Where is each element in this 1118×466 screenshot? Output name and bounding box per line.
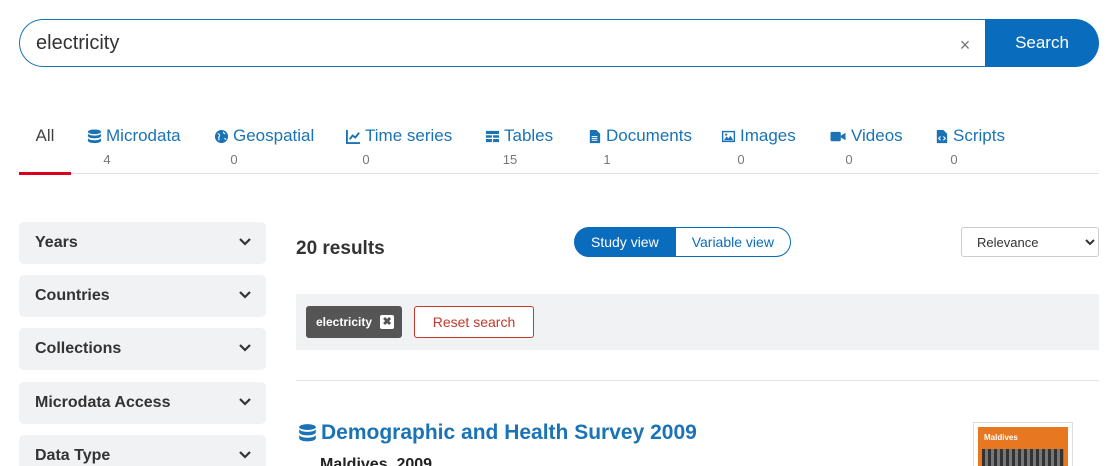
tab-label: Geospatial — [233, 126, 315, 145]
view-toggle: Study view Variable view — [574, 227, 791, 257]
reset-search-button[interactable]: Reset search — [414, 306, 534, 338]
tab-count: 0 — [362, 152, 370, 167]
study-view-button[interactable]: Study view — [574, 227, 676, 257]
facet-label: Collections — [35, 340, 122, 357]
tab-label: Documents — [606, 126, 692, 145]
result-title: Demographic and Health Survey 2009 — [321, 421, 697, 444]
tab-documents[interactable]: Documents 1 — [587, 122, 692, 174]
tab-label: All — [35, 126, 55, 145]
script-file-icon — [936, 129, 948, 143]
tab-all[interactable]: All — [19, 122, 71, 175]
tab-videos[interactable]: Videos 0 — [829, 122, 903, 174]
tab-count: 0 — [737, 152, 745, 167]
tab-count: 4 — [103, 152, 111, 167]
tab-geospatial[interactable]: Geospatial 0 — [214, 122, 314, 174]
search-button[interactable]: Search — [985, 19, 1099, 67]
facet-microdata-access[interactable]: Microdata Access — [19, 382, 266, 424]
globe-icon — [214, 129, 229, 143]
thumbnail-image-band — [982, 449, 1064, 466]
thumbnail-cover: Maldives — [978, 427, 1068, 466]
tab-label: Videos — [851, 126, 903, 145]
facet-label: Years — [35, 234, 78, 251]
document-icon — [589, 129, 601, 143]
thumbnail-text: Maldives — [984, 433, 1018, 442]
tab-count: 15 — [502, 152, 518, 167]
tab-microdata[interactable]: Microdata 4 — [87, 122, 181, 174]
facet-data-type[interactable]: Data Type — [19, 435, 266, 466]
tab-time-series[interactable]: Time series 0 — [346, 122, 452, 174]
keyword-chip-label: electricity — [316, 315, 373, 329]
keyword-chip: electricity ✖ — [306, 306, 403, 338]
line-chart-icon — [346, 129, 361, 144]
divider — [296, 380, 1099, 381]
chevron-down-icon — [239, 344, 251, 352]
facet-label: Data Type — [35, 447, 111, 464]
facet-years[interactable]: Years — [19, 222, 266, 264]
search-input[interactable] — [19, 19, 991, 67]
tab-images[interactable]: Images 0 — [721, 122, 796, 174]
result-subtitle: Maldives, 2009 — [320, 456, 433, 466]
result-thumbnail[interactable]: Maldives — [973, 422, 1073, 466]
tab-count: 0 — [845, 152, 853, 167]
search-bar: × Search — [19, 19, 1099, 67]
remove-filter-icon[interactable]: ✖ — [380, 315, 395, 329]
video-icon — [830, 131, 846, 141]
tab-count: 0 — [230, 152, 238, 167]
database-icon — [87, 128, 102, 143]
results-count: 20 results — [296, 238, 385, 259]
tab-label: Time series — [365, 126, 453, 145]
tab-label: Microdata — [106, 126, 181, 145]
tab-label: Tables — [504, 126, 554, 145]
tab-tables[interactable]: Tables 15 — [485, 122, 553, 174]
tab-label: Scripts — [953, 126, 1005, 145]
image-icon — [721, 130, 736, 142]
clear-search-icon[interactable]: × — [957, 36, 973, 54]
facet-label: Countries — [35, 287, 110, 304]
active-filters: electricity ✖ Reset search — [296, 294, 1099, 350]
chevron-down-icon — [239, 451, 251, 459]
facet-collections[interactable]: Collections — [19, 328, 266, 370]
data-type-tabs: All Microdata 4 Geospatial 0 Time series… — [19, 122, 1099, 175]
chevron-down-icon — [239, 238, 251, 246]
facet-label: Microdata Access — [35, 394, 171, 411]
tab-count: 1 — [603, 152, 611, 167]
active-tab-indicator — [19, 172, 71, 175]
tab-count: 0 — [950, 152, 958, 167]
database-icon — [299, 424, 316, 442]
variable-view-button[interactable]: Variable view — [675, 227, 791, 257]
tab-label: Images — [740, 126, 796, 145]
sort-select[interactable]: Relevance — [961, 227, 1099, 257]
chevron-down-icon — [239, 398, 251, 406]
facet-countries[interactable]: Countries — [19, 275, 266, 317]
result-title-link[interactable]: Demographic and Health Survey 2009 — [298, 421, 697, 445]
chevron-down-icon — [239, 291, 251, 299]
tab-scripts[interactable]: Scripts 0 — [934, 122, 1005, 174]
table-icon — [485, 130, 500, 142]
